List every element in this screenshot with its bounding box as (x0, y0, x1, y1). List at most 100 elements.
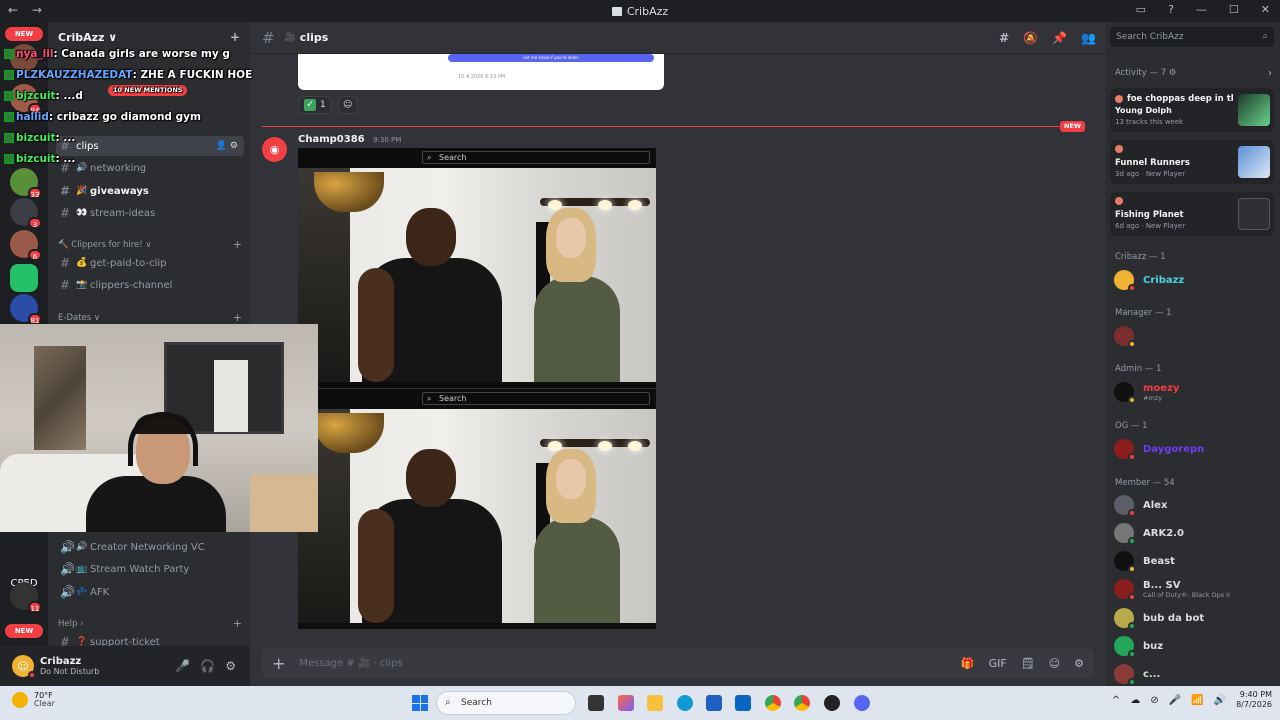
user-avatar[interactable]: ☺ (12, 655, 36, 679)
member-item[interactable]: Alex (1114, 494, 1274, 517)
voice-channel-afk[interactable]: 🔊 💤 AFK (56, 582, 244, 602)
new-mentions-pill[interactable]: 10 NEW MENTIONS (108, 85, 188, 96)
members-icon[interactable]: 👥 (1081, 31, 1096, 45)
title-bar: ← → CribAzz ▭ ? — ☐ ✕ (0, 0, 1280, 22)
reactions: ✓ 1 ☺ (298, 96, 358, 114)
channel-stream-ideas[interactable]: # 👀 stream-ideas (56, 203, 244, 223)
member-item[interactable]: ARK2.0 (1114, 522, 1274, 545)
member-item[interactable]: Daygorepn (1114, 438, 1274, 461)
author-name[interactable]: Champ0386 (298, 134, 365, 145)
mic-icon[interactable]: 🎤 (175, 659, 190, 673)
taskbar-search[interactable]: ⌕ Search (436, 691, 576, 715)
wifi-icon[interactable]: 📶 (1191, 695, 1203, 706)
channel-clips[interactable]: # clips 👤 ⚙ (56, 136, 244, 156)
category-help[interactable]: Help › + (58, 617, 242, 630)
chevron-right-icon[interactable]: › (1268, 68, 1272, 79)
channel-get-paid-to-clip[interactable]: # 💰 get-paid-to-clip (56, 253, 244, 273)
copilot-icon[interactable] (618, 695, 634, 711)
gift-icon[interactable]: 🎁 (961, 657, 975, 670)
server-icon[interactable]: 6 (10, 230, 42, 261)
activity-thumbnail (1238, 198, 1270, 230)
threads-icon[interactable]: # (999, 31, 1009, 45)
activity-card[interactable]: foe choppas deep in th... Young Dolph 13… (1110, 88, 1274, 132)
weather-widget[interactable]: 70°F Clear (12, 691, 55, 709)
chat-user: hallid (16, 111, 49, 123)
member-item[interactable]: moezy #mzy (1114, 381, 1274, 404)
channel-support-ticket[interactable]: # ❓ support-ticket (56, 632, 244, 646)
image-attachment[interactable]: ⌕ Search (298, 148, 656, 388)
channel-clippers-channel[interactable]: # 📸 clippers-channel (56, 275, 244, 295)
edge-icon[interactable] (677, 695, 693, 711)
member-item[interactable]: Cribazz (1114, 269, 1274, 292)
outlook-icon[interactable] (735, 695, 751, 711)
add-member-icon[interactable]: + (230, 30, 240, 44)
back-button[interactable]: ← (8, 3, 18, 17)
member-item[interactable]: bub da bot (1114, 607, 1274, 630)
server-icon[interactable]: 81 (10, 294, 42, 325)
new-indicator[interactable]: NEW (5, 624, 43, 638)
chrome-icon[interactable] (794, 695, 810, 711)
server-icon[interactable]: 11 (10, 582, 42, 613)
attach-plus-icon[interactable]: + (272, 654, 285, 673)
category-edates[interactable]: E-Dates ∨ + (58, 311, 242, 324)
cloud-icon[interactable]: ☁ (1130, 695, 1140, 706)
add-channel-icon[interactable]: + (233, 617, 242, 630)
member-name: Beast (1143, 555, 1175, 567)
channel-giveaways[interactable]: # 🎉 giveaways (56, 181, 244, 201)
author-avatar[interactable]: ◉ (262, 137, 287, 162)
minimize-button[interactable]: — (1196, 3, 1207, 16)
category-clippers[interactable]: 🔨 Clippers for hire! ∨ + (58, 238, 242, 251)
store-icon[interactable] (706, 695, 722, 711)
member-item[interactable]: B... SV Call of Duty®: Black Ops II (1114, 578, 1274, 601)
task-view-icon[interactable] (588, 695, 604, 711)
activity-card[interactable]: Funnel Runners 3d ago · New Player (1110, 140, 1274, 184)
volume-icon[interactable]: 🔊 (1214, 695, 1226, 706)
settings-icon[interactable]: ⚙ (225, 659, 236, 673)
previous-image-attachment[interactable]: Let me know if you're down 10.4.2026 8:1… (298, 54, 664, 90)
add-channel-icon[interactable]: + (233, 238, 242, 251)
member-item[interactable]: Beast (1114, 550, 1274, 573)
gif-icon[interactable]: GIF (989, 657, 1007, 670)
inbox-icon[interactable]: ▭ (1136, 3, 1146, 16)
close-button[interactable]: ✕ (1261, 3, 1270, 16)
guild-name: CribAzz ∨ (58, 30, 118, 44)
server-badge: 11 (28, 601, 42, 613)
activity-meta: 3d ago · New Player (1115, 170, 1186, 178)
block-icon[interactable]: ⊘ (1150, 695, 1158, 706)
server-icon[interactable]: 33 (10, 168, 42, 199)
reaction-check[interactable]: ✓ 1 (298, 96, 332, 114)
maximize-button[interactable]: ☐ (1229, 3, 1239, 16)
headset-icon[interactable]: 🎧 (200, 659, 215, 673)
channel-settings-icon[interactable]: 👤 ⚙ (216, 141, 238, 151)
activity-card[interactable]: Fishing Planet 6d ago · New Player (1110, 192, 1274, 236)
voice-channel-stream-watch-party[interactable]: 🔊 📺 Stream Watch Party (56, 559, 244, 579)
member-item[interactable] (1114, 325, 1274, 348)
message-composer[interactable]: + Message # 🎥 · clips 🎁 GIF 🗒 ☺ ⚙ (262, 648, 1094, 678)
windows-start-icon[interactable] (412, 695, 428, 711)
kick-server-icon[interactable] (10, 264, 38, 292)
help-icon[interactable]: ? (1168, 3, 1174, 16)
emoji-icon[interactable]: ☺ (1049, 657, 1060, 670)
add-channel-icon[interactable]: + (233, 311, 242, 324)
image-attachment[interactable]: ⌕ Search (298, 389, 656, 629)
file-explorer-icon[interactable] (647, 695, 663, 711)
clock[interactable]: 9:40 PM 8/7/2026 (1236, 690, 1272, 711)
member-item[interactable]: buz (1114, 635, 1274, 658)
mic-tray-icon[interactable]: 🎤 (1169, 695, 1181, 706)
member-item[interactable]: c... (1114, 663, 1274, 686)
new-indicator[interactable]: NEW (5, 27, 43, 41)
mute-icon[interactable]: 🔕 (1023, 31, 1038, 45)
pin-icon[interactable]: 📌 (1052, 31, 1067, 45)
server-search-input[interactable]: Search CribAzz ⌕ (1110, 27, 1274, 47)
sticker-icon[interactable]: 🗒 (1021, 657, 1035, 670)
obs-icon[interactable] (824, 695, 840, 711)
server-icon[interactable]: 3 (10, 198, 42, 229)
chrome-icon[interactable] (765, 695, 781, 711)
discord-icon[interactable] (854, 695, 870, 711)
forward-button[interactable]: → (32, 3, 42, 17)
tray-overflow-icon[interactable]: ^ (1112, 695, 1120, 706)
add-reaction-button[interactable]: ☺ (337, 96, 358, 114)
apps-icon[interactable]: ⚙ (1074, 657, 1084, 670)
channel-networking[interactable]: # 🔊 networking (56, 158, 244, 178)
voice-channel-creator-networking[interactable]: 🔊 🔊 Creator Networking VC (56, 537, 244, 557)
